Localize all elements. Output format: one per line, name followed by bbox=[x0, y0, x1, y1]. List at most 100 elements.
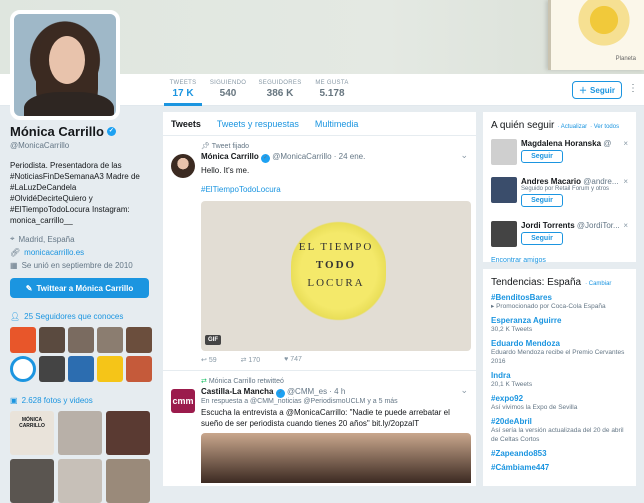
tab-tweets-replies[interactable]: Tweets y respuestas bbox=[217, 119, 299, 129]
suggestion-avatar[interactable] bbox=[491, 177, 517, 203]
tweet-hashtag[interactable]: #ElTiempoTodoLocura bbox=[201, 184, 468, 195]
verified-icon: ✓ bbox=[106, 127, 116, 136]
photo-thumbnail[interactable] bbox=[58, 459, 102, 503]
who-to-follow-header: A quién seguir · Actualizar · Ver todos bbox=[491, 120, 620, 131]
close-icon[interactable]: × bbox=[623, 177, 628, 186]
follow-button[interactable]: ＋ Seguir bbox=[572, 81, 622, 99]
chevron-down-icon[interactable]: ⌄ bbox=[460, 385, 468, 396]
tab-tweets[interactable]: Tweets bbox=[171, 119, 201, 129]
pinned-context: 📌︎ Tweet fijado bbox=[201, 143, 250, 150]
followers-avatar-grid bbox=[10, 327, 154, 382]
profile-name[interactable]: Mónica Carrillo ✓ bbox=[10, 124, 154, 139]
change-location-link[interactable]: · Cambiar bbox=[585, 281, 611, 287]
suggestion-avatar[interactable] bbox=[491, 139, 517, 165]
gif-badge: GIF bbox=[205, 335, 221, 345]
trend-item[interactable]: Eduardo Mendoza Eduardo Mendoza recibe el… bbox=[491, 339, 628, 366]
trends-header: Tendencias: España · Cambiar bbox=[491, 277, 612, 288]
banner-book-image: Planeta bbox=[548, 0, 644, 70]
trend-item[interactable]: #Zapeando853 bbox=[491, 449, 628, 458]
like-action[interactable]: ♥︎ 747 bbox=[284, 356, 302, 364]
trends-module: Tendencias: España · Cambiar #BenditosBa… bbox=[483, 269, 636, 486]
trend-item[interactable]: Esperanza Aguirre 30,2 K Tweets bbox=[491, 316, 628, 334]
photos-videos-link[interactable]: ▣ 2.628 fotos y videos bbox=[10, 396, 154, 405]
photo-thumbnail[interactable] bbox=[106, 411, 150, 455]
verified-icon: ✓ bbox=[275, 389, 285, 398]
link-icon: 🔗︎ bbox=[10, 248, 21, 257]
pin-icon: 📌︎ bbox=[201, 143, 210, 150]
stat-following[interactable]: SIGUIENDO 540 bbox=[208, 80, 248, 99]
reply-to-context[interactable]: En respuesta a @CMM_noticias @Periodismo… bbox=[201, 398, 468, 405]
retweet-action[interactable]: ⇄ 170 bbox=[241, 356, 261, 364]
follower-avatar[interactable] bbox=[68, 327, 94, 353]
tweet-to-button[interactable]: ✎ Twittear a Mónica Carrillo bbox=[10, 278, 149, 298]
timeline-tabs: Tweets Tweets y respuestas Multimedia bbox=[163, 112, 476, 136]
media-text-line: EL TIEMPO bbox=[298, 241, 374, 253]
avatar-body bbox=[24, 92, 114, 116]
suggestion-item: Andres Macario @andre... Seguido por Ret… bbox=[491, 177, 628, 213]
trend-item[interactable]: #expo92 Así vivimos la Expo de Sevilla bbox=[491, 394, 628, 412]
stat-likes[interactable]: ME GUSTA 5.178 bbox=[312, 80, 352, 99]
trend-item[interactable]: Indra 20,1 K Tweets bbox=[491, 371, 628, 389]
follower-avatar[interactable] bbox=[39, 356, 65, 382]
close-icon[interactable]: × bbox=[623, 221, 628, 230]
follower-avatar[interactable] bbox=[126, 356, 152, 382]
trend-item[interactable]: #BenditosBares ▸ Promocionado por Coca-Co… bbox=[491, 293, 628, 311]
suggestion-follow-button[interactable]: Seguir bbox=[521, 150, 563, 163]
tweet-avatar[interactable] bbox=[171, 154, 195, 178]
photo-thumbnail[interactable] bbox=[106, 459, 150, 503]
follower-avatar[interactable] bbox=[97, 327, 123, 353]
avatar-face bbox=[49, 36, 85, 84]
suggestion-avatar[interactable] bbox=[491, 221, 517, 247]
profile-handle: @MonicaCarrillo bbox=[10, 141, 70, 150]
photo-thumbnail[interactable] bbox=[58, 411, 102, 455]
view-all-link[interactable]: · Ver todos bbox=[590, 124, 619, 130]
chevron-down-icon[interactable]: ⌄ bbox=[460, 150, 468, 161]
find-friends-link[interactable]: Encontrar amigos bbox=[491, 257, 628, 264]
follower-avatar[interactable] bbox=[97, 356, 123, 382]
photo-thumbnail[interactable]: MÓNICA CARRILLO bbox=[10, 411, 54, 455]
retweet-context: ⇄ Mónica Carrillo retwitteó bbox=[201, 378, 284, 385]
tweet-actions: ↩︎ 59 ⇄ 170 ♥︎ 747 bbox=[201, 356, 468, 364]
photo-thumbnail[interactable] bbox=[10, 459, 54, 503]
refresh-link[interactable]: · Actualizar bbox=[557, 124, 587, 130]
tab-media[interactable]: Multimedia bbox=[315, 119, 359, 129]
more-options-icon[interactable]: ⋮ bbox=[628, 83, 638, 94]
tweet-header: Mónica Carrillo ✓ @MonicaCarrillo · 24 e… bbox=[201, 152, 366, 163]
suggestion-item: Jordi Torrents @JordiTor... Seguir × bbox=[491, 221, 628, 251]
reply-icon: ↩︎ bbox=[201, 357, 209, 364]
camera-icon: ▣ bbox=[10, 396, 18, 405]
tweet-gif-media[interactable]: EL TIEMPO TODO LOCURA GIF bbox=[201, 201, 471, 351]
follower-avatar[interactable] bbox=[68, 356, 94, 382]
follower-avatar[interactable] bbox=[10, 356, 36, 382]
pinned-tweet[interactable]: 📌︎ Tweet fijado Mónica Carrillo ✓ @Monic… bbox=[163, 136, 476, 371]
followers-you-know-link[interactable]: 👤︎ 25 Seguidores que conoces bbox=[10, 312, 154, 321]
reply-action[interactable]: ↩︎ 59 bbox=[201, 356, 217, 364]
follower-avatar[interactable] bbox=[126, 327, 152, 353]
follower-avatar[interactable] bbox=[10, 327, 36, 353]
trend-item[interactable]: #Cámbiame447 bbox=[491, 463, 628, 472]
stat-tweets[interactable]: TWEETS 17 K bbox=[164, 80, 202, 106]
media-text-line: TODO bbox=[315, 259, 357, 271]
trend-item[interactable]: #20deAbril Así sería la versión actualiza… bbox=[491, 417, 628, 444]
profile-card: Mónica Carrillo ✓ @MonicaCarrillo Period… bbox=[10, 124, 154, 503]
tweet-avatar[interactable]: cmm bbox=[171, 389, 195, 413]
tweet-photo-media[interactable] bbox=[201, 433, 471, 483]
tweet-text: Hello. It's me. bbox=[201, 166, 250, 175]
book-publisher: Planeta bbox=[615, 56, 636, 62]
suggestion-follow-button[interactable]: Seguir bbox=[521, 232, 563, 245]
compose-icon: ✎ bbox=[25, 283, 33, 293]
profile-website[interactable]: 🔗︎ monicacarrillo.es bbox=[10, 248, 154, 257]
verified-icon: ✓ bbox=[261, 154, 271, 163]
calendar-icon: ▦ bbox=[10, 261, 18, 270]
follower-avatar[interactable] bbox=[39, 327, 65, 353]
suggestion-follow-button[interactable]: Seguir bbox=[521, 194, 563, 207]
book-dots-graphic bbox=[569, 0, 639, 50]
close-icon[interactable]: × bbox=[623, 139, 628, 148]
profile-avatar[interactable] bbox=[10, 10, 120, 120]
retweeted-tweet[interactable]: ⇄ Mónica Carrillo retwitteó cmm Castilla… bbox=[163, 371, 476, 489]
people-icon: 👤︎ bbox=[10, 312, 21, 321]
retweet-icon: ⇄ bbox=[201, 378, 209, 385]
stat-followers[interactable]: SEGUIDORES 386 K bbox=[258, 80, 302, 99]
media-text-line: LOCURA bbox=[307, 277, 365, 289]
media-yellow-blob bbox=[291, 221, 386, 321]
